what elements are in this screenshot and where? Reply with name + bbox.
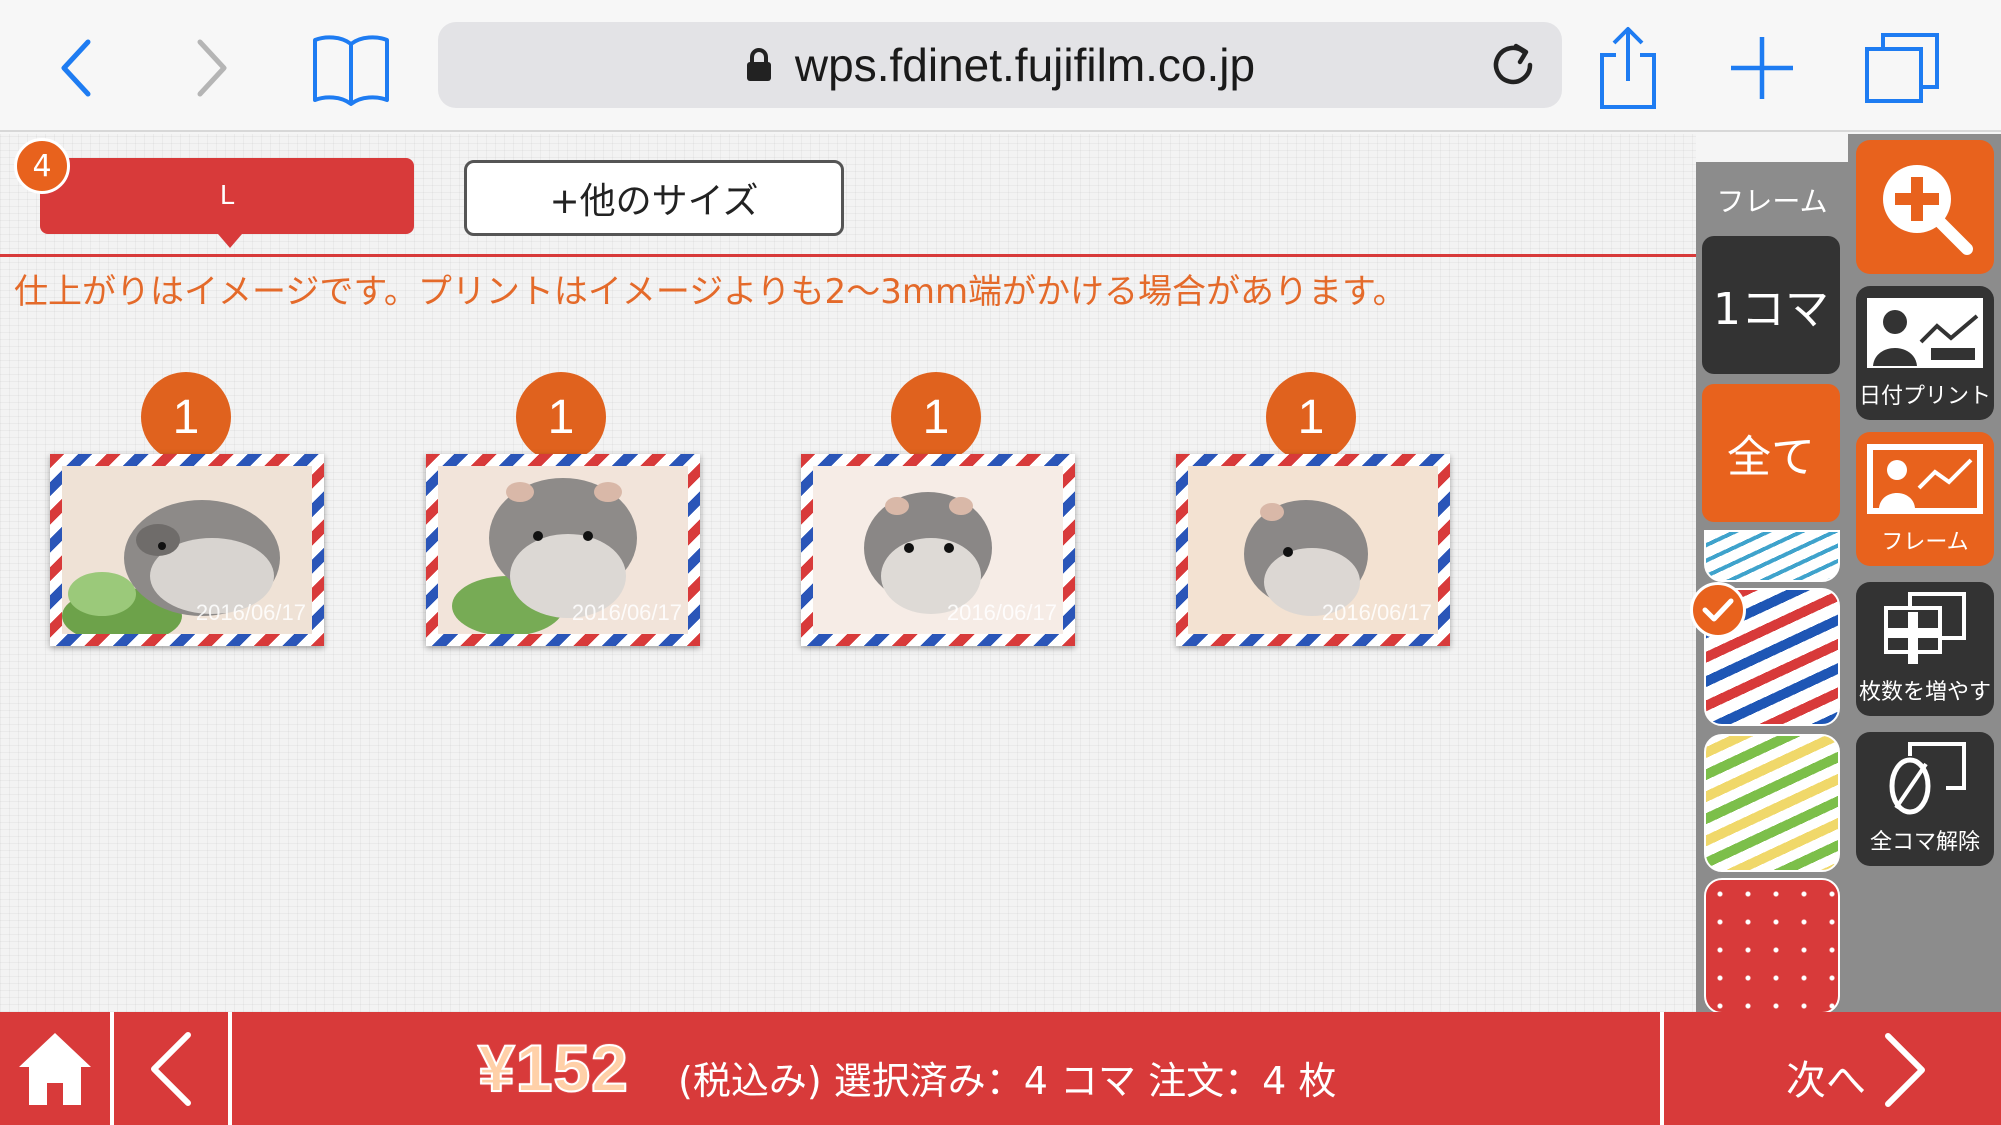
share-icon: [1600, 27, 1656, 109]
reload-icon: [1493, 43, 1533, 85]
size-count-badge: 4: [14, 138, 70, 194]
photo-date: 2016/06/17: [946, 600, 1057, 625]
photo-thumbnail[interactable]: 2016/06/17: [426, 454, 700, 646]
book-icon: [313, 35, 389, 106]
add-copies-button[interactable]: 枚数を増やす: [1856, 582, 1994, 716]
photo-thumbnail[interactable]: 2016/06/17: [50, 454, 324, 646]
clear-all-label: 全コマ解除: [1869, 830, 1980, 855]
photo-image: 2016/06/17: [813, 466, 1063, 634]
bottom-action-bar: ¥152 (税込み) 選択済み：4 コマ 注文：4 枚 次へ: [0, 1012, 2001, 1125]
apply-one-frame-button[interactable]: 1コマ: [1702, 236, 1840, 374]
size-tab-l[interactable]: L: [40, 158, 414, 248]
frame-swatch-blue-lines[interactable]: [1704, 530, 1840, 582]
apply-all-frame-button[interactable]: 全て: [1702, 384, 1840, 522]
photo-image: 2016/06/17: [438, 466, 688, 634]
add-copies-label: 枚数を増やす: [1858, 680, 1991, 705]
date-print-icon: [1867, 298, 1983, 368]
frame-panel-title: フレーム: [1716, 185, 1828, 218]
photo-thumbnail[interactable]: 2016/06/17: [801, 454, 1075, 646]
reload-button[interactable]: [1486, 38, 1540, 92]
photo-date: 2016/06/17: [195, 600, 306, 625]
tool-panel: 日付プリント フレーム 枚数を増やす 全コマ解除: [1848, 134, 2001, 1012]
lock-icon: [746, 48, 771, 81]
print-notice: 仕上がりはイメージです。プリントはイメージよりも2～3mm端がかける場合がありま…: [14, 272, 1407, 312]
new-tab-button[interactable]: [1720, 28, 1804, 108]
chevron-left-icon: [151, 1031, 191, 1106]
size-tab-label: L: [219, 181, 235, 211]
home-icon: [19, 1032, 91, 1105]
back-button[interactable]: [36, 28, 116, 108]
tabs-button[interactable]: [1860, 28, 1944, 108]
selected-check-icon: [1690, 582, 1746, 638]
date-print-label: 日付プリント: [1858, 384, 1991, 409]
clear-all-icon: [1889, 742, 1966, 815]
chevron-right-icon: [197, 39, 227, 97]
address-bar[interactable]: wps.fdinet.fujifilm.co.jp: [438, 22, 1562, 108]
frame-icon: [1867, 444, 1983, 514]
photo-date: 2016/06/17: [1321, 600, 1432, 625]
total-price: ¥152: [477, 1030, 629, 1106]
forward-button[interactable]: [172, 28, 252, 108]
previous-button[interactable]: [114, 1012, 228, 1125]
divider: [0, 254, 1696, 257]
photo-date: 2016/06/17: [571, 600, 682, 625]
add-copies-icon: [1884, 592, 1966, 664]
frame-tool-button[interactable]: フレーム: [1856, 432, 1994, 566]
next-label: 次へ: [1786, 1058, 1866, 1104]
photo-editor-canvas: L 4 +他のサイズ 仕上がりはイメージです。プリントはイメージよりも2～3mm…: [0, 134, 1696, 1012]
home-button[interactable]: [0, 1012, 110, 1125]
order-summary: (税込み) 選択済み：4 コマ 注文：4 枚: [678, 1059, 1337, 1103]
next-button[interactable]: 次へ: [1664, 1012, 2001, 1125]
photo-image: 2016/06/17: [1188, 466, 1438, 634]
plus-icon: [1731, 37, 1793, 99]
zoom-button[interactable]: [1856, 140, 1994, 274]
date-print-button[interactable]: 日付プリント: [1856, 286, 1994, 420]
browser-toolbar: wps.fdinet.fujifilm.co.jp: [0, 0, 2001, 132]
bookmarks-button[interactable]: [306, 28, 396, 108]
chevron-right-icon: [1885, 1033, 1925, 1107]
zoom-in-icon: [1883, 165, 1973, 255]
frame-panel: フレーム 1コマ 全て: [1690, 162, 1848, 1014]
photo-thumbnail[interactable]: 2016/06/17: [1176, 454, 1450, 646]
photo-qty-badge[interactable]: 1: [891, 372, 981, 462]
photo-image: 2016/06/17: [62, 466, 312, 634]
share-button[interactable]: [1586, 27, 1670, 109]
photo-qty-badge[interactable]: 1: [1266, 372, 1356, 462]
photo-qty-badge[interactable]: 1: [516, 372, 606, 462]
frame-swatch-red-dots[interactable]: [1704, 878, 1840, 1014]
frame-tool-label: フレーム: [1881, 530, 1969, 555]
frame-swatch-yellow-green[interactable]: [1704, 734, 1840, 872]
divider: [228, 1012, 232, 1125]
clear-all-button[interactable]: 全コマ解除: [1856, 732, 1994, 866]
photo-qty-badge[interactable]: 1: [141, 372, 231, 462]
tabs-icon: [1865, 33, 1939, 103]
chevron-left-icon: [61, 39, 91, 97]
other-size-button[interactable]: +他のサイズ: [464, 160, 844, 236]
url-text: wps.fdinet.fujifilm.co.jp: [794, 39, 1256, 91]
